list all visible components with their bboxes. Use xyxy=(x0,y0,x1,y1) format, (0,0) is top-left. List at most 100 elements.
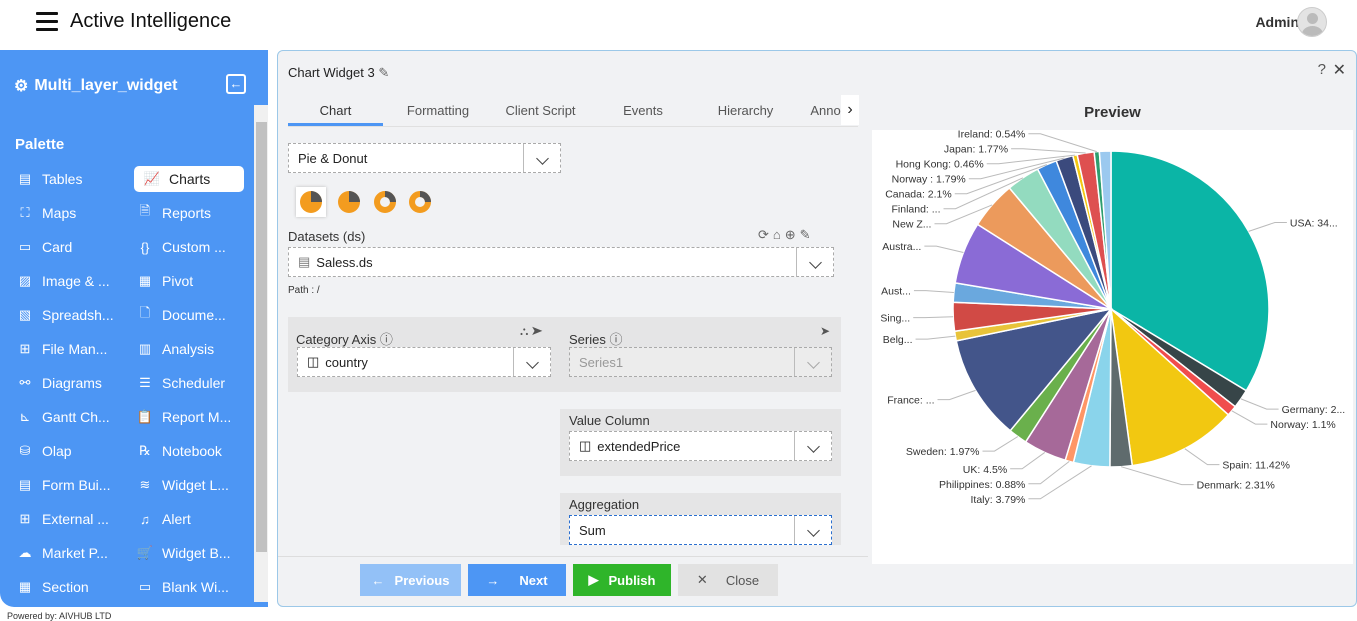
palette-item-custom[interactable]: {} Custom ... xyxy=(134,234,226,260)
arrow-left-icon: ← xyxy=(371,572,385,588)
donut-3d-type-icon[interactable] xyxy=(405,187,435,217)
palette-item-image[interactable]: ▨ Image & ... xyxy=(14,268,110,294)
hamburger-menu-icon[interactable] xyxy=(36,12,58,32)
help-icon[interactable]: ? xyxy=(1318,61,1326,78)
palette-item-section[interactable]: ▦ Section xyxy=(14,574,89,600)
info-icon[interactable]: ⓘ xyxy=(380,332,393,347)
palette-item-external[interactable]: ⊞ External ... xyxy=(14,506,109,532)
divider xyxy=(278,556,868,557)
palette-item-widgetb[interactable]: 🛒 Widget B... xyxy=(134,540,231,566)
dataset-select[interactable]: ▤ Saless.ds xyxy=(288,247,834,277)
palette-item-charts[interactable]: 📈 Charts xyxy=(134,166,244,192)
pie-3d-type-icon[interactable] xyxy=(334,187,364,217)
refresh-icon[interactable]: ⟳ xyxy=(758,227,773,242)
home-icon[interactable]: ⌂ xyxy=(773,227,785,242)
palette-item-label: Blank Wi... xyxy=(162,579,229,595)
donut-type-icon[interactable] xyxy=(370,187,400,217)
sidebar-scrollbar[interactable] xyxy=(254,105,268,602)
play-icon: ▶ xyxy=(588,572,599,587)
data-label: Sing... xyxy=(880,313,910,325)
chevron-down-icon[interactable] xyxy=(524,150,560,166)
label-leader-line xyxy=(913,290,954,294)
palette-item-reports[interactable]: 🗎 Reports xyxy=(134,200,211,226)
tab-formatting[interactable]: Formatting xyxy=(383,95,493,126)
user-name[interactable]: Admin xyxy=(1255,14,1299,30)
data-label: Ireland: 0.54% xyxy=(958,130,1026,141)
notebook-icon: ℞ xyxy=(139,443,151,458)
document-icon: 🗋 xyxy=(139,305,151,320)
edit-icon[interactable]: ✎ xyxy=(378,65,389,80)
cloud-upload-icon: ☁ xyxy=(18,545,32,560)
palette-item-spreadsh[interactable]: ▧ Spreadsh... xyxy=(14,302,114,328)
palette-item-tables[interactable]: ▤ Tables xyxy=(14,166,83,192)
tab-events[interactable]: Events xyxy=(588,95,698,126)
data-label: Canada: 2.1% xyxy=(885,189,952,201)
close-icon: ✕ xyxy=(696,572,708,587)
label-leader-line xyxy=(1231,410,1268,425)
data-label: Norway: 1.1% xyxy=(1270,419,1335,431)
info-icon[interactable]: ⓘ xyxy=(609,332,622,347)
chevron-down-icon[interactable] xyxy=(797,254,833,270)
add-icon[interactable]: ⊕ xyxy=(785,227,800,242)
chevron-down-icon[interactable] xyxy=(795,438,831,454)
diagram-icon: ⚯ xyxy=(19,375,31,390)
palette-item-formbui[interactable]: ▤ Form Bui... xyxy=(14,472,111,498)
hierarchy-icon[interactable]: ⛬ ➤ xyxy=(520,324,543,339)
palette-item-marketp[interactable]: ☁ Market P... xyxy=(14,540,108,566)
palette-item-scheduler[interactable]: ☰ Scheduler xyxy=(134,370,225,396)
scrollbar-thumb[interactable] xyxy=(256,122,267,552)
close-button[interactable]: ✕ Close xyxy=(678,564,778,596)
series-select[interactable]: Series1 xyxy=(569,347,832,377)
pie-type-icon[interactable] xyxy=(296,187,326,217)
tab-chart[interactable]: Chart xyxy=(288,95,383,126)
palette-item-analysis[interactable]: ▥ Analysis xyxy=(134,336,214,362)
palette-item-label: Image & ... xyxy=(42,273,110,289)
layers-icon: ≋ xyxy=(139,477,151,492)
tab-client-script[interactable]: Client Script xyxy=(493,95,588,126)
previous-button[interactable]: ← Previous xyxy=(360,564,461,596)
clipboard-icon: 📋 xyxy=(136,409,154,424)
palette-item-ganttch[interactable]: ⊾ Gantt Ch... xyxy=(14,404,110,430)
navigate-icon[interactable]: ➤ xyxy=(820,324,830,338)
palette-item-maps[interactable]: ⛶ Maps xyxy=(14,200,76,226)
palette-item-reportm[interactable]: 📋 Report M... xyxy=(134,404,231,430)
avatar[interactable] xyxy=(1297,7,1327,37)
palette-item-diagrams[interactable]: ⚯ Diagrams xyxy=(14,370,102,396)
chart-type-select[interactable]: Pie & Donut xyxy=(288,143,561,173)
palette-item-notebook[interactable]: ℞ Notebook xyxy=(134,438,222,464)
palette-item-label: Card xyxy=(42,239,73,255)
palette-item-alert[interactable]: ♫ Alert xyxy=(134,506,191,532)
table-icon: ▤ xyxy=(18,171,32,186)
palette-item-fileman[interactable]: ⊞ File Man... xyxy=(14,336,108,362)
chevron-down-icon[interactable] xyxy=(795,354,831,370)
category-axis-select[interactable]: ◫ country xyxy=(297,347,551,377)
sidebar-title: ⚙ Multi_layer_widget xyxy=(14,76,178,96)
label-leader-line xyxy=(1184,448,1220,466)
edit-icon[interactable]: ✎ xyxy=(800,227,815,242)
palette-item-label: Spreadsh... xyxy=(42,307,114,323)
aggregation-select[interactable]: Sum xyxy=(569,515,832,545)
pivot-icon: ▦ xyxy=(138,273,152,288)
next-button[interactable]: → Next xyxy=(468,564,566,596)
sidebar-title-text: Multi_layer_widget xyxy=(34,77,178,94)
collapse-sidebar-icon[interactable]: ← xyxy=(226,74,246,94)
palette-item-widgetl[interactable]: ≋ Widget L... xyxy=(134,472,229,498)
palette-item-olap[interactable]: ⛁ Olap xyxy=(14,438,72,464)
file-manager-icon: ⊞ xyxy=(19,341,31,356)
palette-item-pivot[interactable]: ▦ Pivot xyxy=(134,268,193,294)
gantt-icon: ⊾ xyxy=(19,409,31,424)
tab-hierarchy[interactable]: Hierarchy xyxy=(698,95,793,126)
tabs-next-icon[interactable]: › xyxy=(841,95,859,125)
publish-button[interactable]: ▶ Publish xyxy=(573,564,671,596)
palette-item-docume[interactable]: 🗋 Docume... xyxy=(134,302,226,328)
publish-label: Publish xyxy=(608,572,656,588)
palette-item-label: Widget L... xyxy=(162,477,229,493)
close-icon[interactable]: ✕ xyxy=(1333,60,1346,80)
palette-item-blankwi[interactable]: ▭ Blank Wi... xyxy=(134,574,229,600)
value-column-select[interactable]: ◫ extendedPrice xyxy=(569,431,832,461)
label-leader-line xyxy=(1028,133,1097,153)
chevron-down-icon[interactable] xyxy=(795,522,831,538)
data-label: USA: 34... xyxy=(1290,218,1338,230)
chevron-down-icon[interactable] xyxy=(514,354,550,370)
palette-item-card[interactable]: ▭ Card xyxy=(14,234,73,260)
